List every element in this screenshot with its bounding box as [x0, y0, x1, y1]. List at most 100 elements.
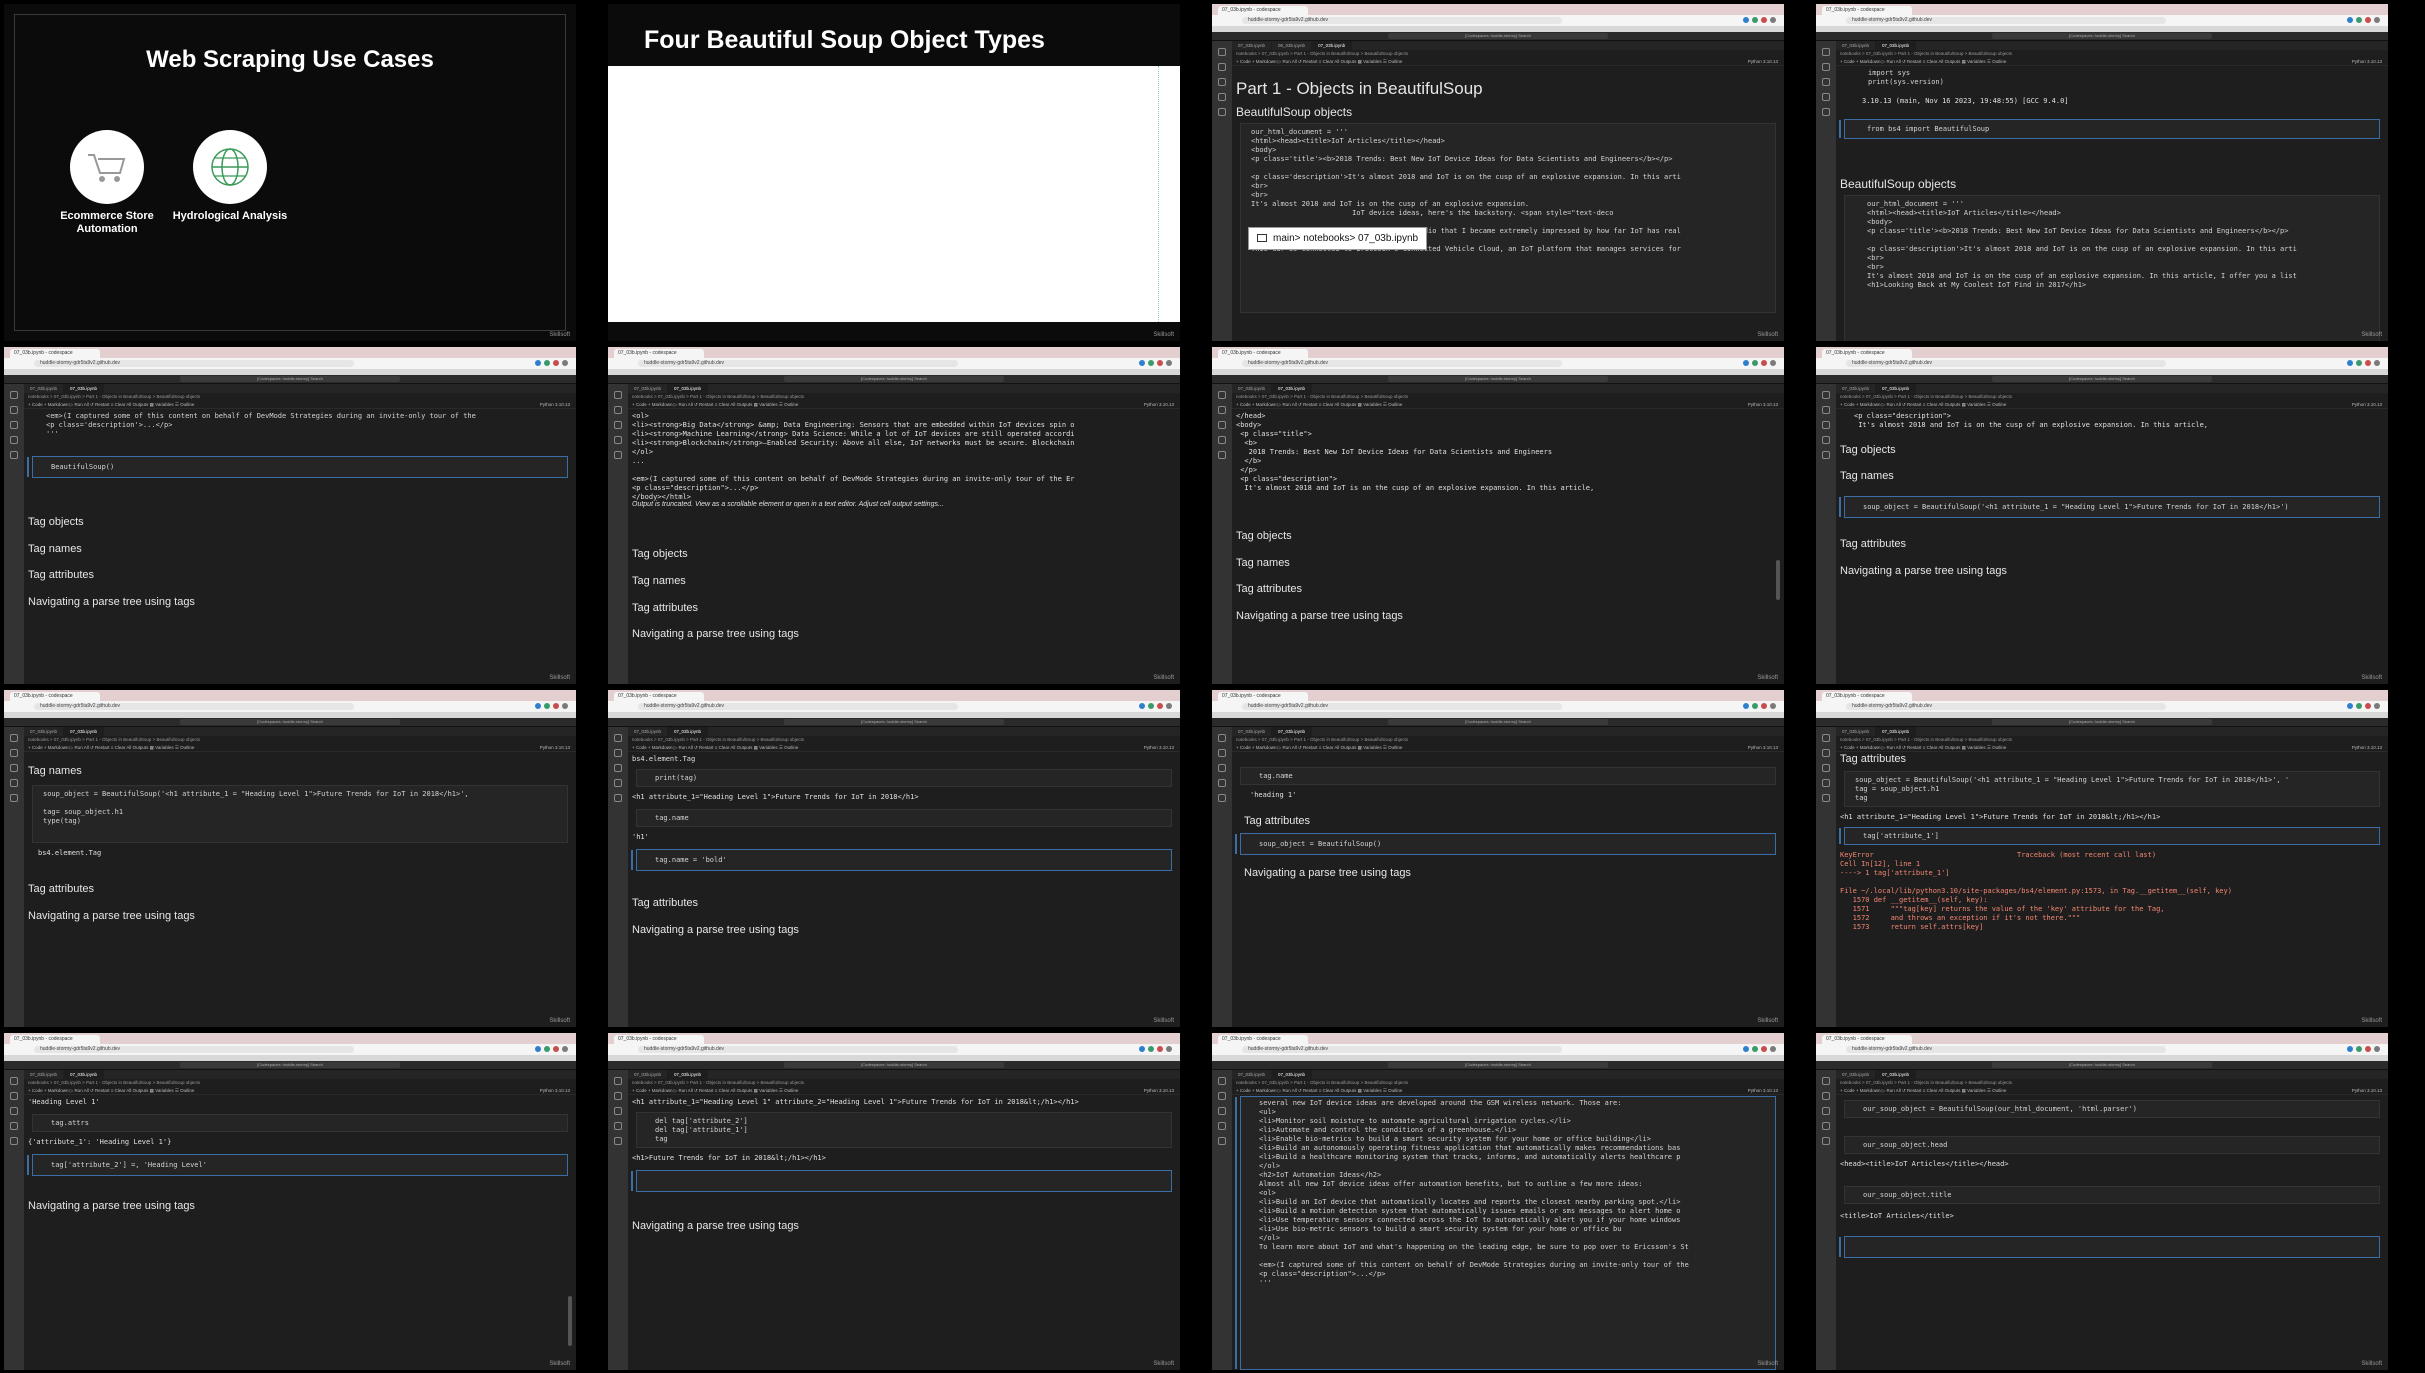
editor-tab[interactable]: 07_03b.ipynb [24, 727, 65, 736]
editor-tab-active[interactable]: 07_03b.ipynb [1876, 41, 1917, 50]
browser-tab[interactable]: 07_03b.ipynb - codespace [10, 1035, 100, 1044]
code-text[interactable]: our_soup_object = BeautifulSoup(our_html… [1863, 1105, 2137, 1114]
editor-tab-active[interactable]: 07_03b.ipynb [64, 1070, 105, 1079]
code-text[interactable]: soup_object = BeautifulSoup('<h1 attribu… [1855, 776, 2289, 803]
notebook-toolbar[interactable]: + Code + Markdown ▷ Run All ↺ Restart ≡ … [1232, 57, 1784, 66]
editor-tab[interactable]: 07_03b.ipynb [1836, 41, 1877, 50]
code-cell[interactable]: soup_object = BeautifulSoup('<h1 attribu… [1844, 771, 2380, 807]
notebook-toolbar[interactable]: + Code + Markdown ▷ Run All ↺ Restart ≡ … [1232, 743, 1784, 752]
scrollbar[interactable] [568, 1296, 572, 1346]
url-bar[interactable]: huddle-stormy-gdr5ta9v2.github.dev [1846, 360, 2166, 367]
code-text[interactable]: tag.name [1259, 772, 1293, 781]
truncation-notice[interactable]: Output is truncated. View as a scrollabl… [632, 500, 944, 509]
command-center[interactable]: [Codespaces: huddle-stormy] Search [180, 719, 400, 725]
tile-soup-object-cell[interactable]: 07_03b.ipynb - codespace huddle-stormy-g… [1816, 347, 2388, 684]
breadcrumb[interactable]: notebooks > 07_03b.ipynb > Part 1 - Obje… [24, 736, 576, 743]
editor-tab-active[interactable]: 07_03b.ipynb [1876, 384, 1917, 393]
editor-tab-active[interactable]: 07_03b.ipynb [1312, 41, 1353, 50]
code-text[interactable]: our_html_document = ''' <html><head><tit… [1867, 200, 2297, 290]
breadcrumb[interactable]: notebooks > 07_03b.ipynb > Part 1 - Obje… [1232, 736, 1784, 743]
code-cell-active[interactable]: BeautifulSoup() [27, 456, 568, 478]
code-cell-active[interactable]: soup_object = BeautifulSoup('<h1 attribu… [1839, 496, 2380, 518]
browser-tab[interactable]: 07_03b.ipynb - codespace [1218, 6, 1308, 15]
breadcrumb[interactable]: notebooks > 07_03b.ipynb > Part 1 - Obje… [1836, 393, 2388, 400]
url-bar[interactable]: huddle-stormy-gdr5ta9v2.github.dev [1242, 703, 1562, 710]
kernel-picker[interactable]: Python 3.10.13 [1144, 400, 1174, 409]
code-text[interactable]: del tag['attribute_2'] del tag['attribut… [655, 1117, 748, 1144]
code-text[interactable]: soup_object = BeautifulSoup('<h1 attribu… [43, 790, 469, 826]
tile-del-attrs[interactable]: 07_03b.ipynb - codespace huddle-stormy-g… [608, 1033, 1180, 1370]
tile-tag-name-set[interactable]: 07_03b.ipynb - codespace huddle-stormy-g… [608, 690, 1180, 1027]
command-center[interactable]: [Codespaces: huddle-stormy] Search [1992, 1062, 2212, 1068]
editor-tab[interactable]: 07_03b.ipynb [628, 1070, 669, 1079]
breadcrumb[interactable]: notebooks > 07_03b.ipynb > Part 1 - Obje… [628, 393, 1180, 400]
tile-use-cases-slide[interactable]: Web Scraping Use Cases Ecommerce Store A… [4, 4, 576, 341]
code-cell[interactable]: del tag['attribute_2'] del tag['attribut… [636, 1112, 1172, 1148]
code-cell[interactable]: our_soup_object.head [1844, 1136, 2380, 1154]
code-text[interactable]: BeautifulSoup() [51, 463, 114, 472]
browser-tab[interactable]: 07_03b.ipynb - codespace [614, 692, 704, 701]
tile-object-types-slide[interactable]: Four Beautiful Soup Object Types Skillso… [608, 4, 1180, 341]
breadcrumb[interactable]: notebooks > 07_03b.ipynb > Part 1 - Obje… [1836, 50, 2388, 57]
code-text[interactable]: several new IoT device ideas are develop… [1259, 1099, 1689, 1288]
command-center[interactable]: [Codespaces: huddle-stormy] Search [1992, 719, 2212, 725]
notebook-toolbar[interactable]: + Code + Markdown ▷ Run All ↺ Restart ≡ … [1836, 743, 2388, 752]
url-bar[interactable]: huddle-stormy-gdr5ta9v2.github.dev [1242, 17, 1562, 24]
code-cell[interactable]: soup_object = BeautifulSoup('<h1 attribu… [32, 785, 568, 843]
code-cell-active[interactable]: from bs4 import BeautifulSoup [1839, 119, 2380, 139]
breadcrumb[interactable]: notebooks > 07_03b.ipynb > Part 1 - Obje… [628, 1079, 1180, 1086]
editor-tab-active[interactable]: 07_03b.ipynb [1272, 1070, 1313, 1079]
kernel-picker[interactable]: Python 3.10.13 [2352, 400, 2382, 409]
code-text[interactable]: <em>(I captured some of this content on … [46, 412, 476, 439]
breadcrumb[interactable]: notebooks > 07_03b.ipynb > Part 1 - Obje… [628, 736, 1180, 743]
tile-part1-notebook[interactable]: 07_03b.ipynb - codespace huddle-stormy-g… [1212, 4, 1784, 341]
editor-tab-active[interactable]: 07_03b.ipynb [1272, 727, 1313, 736]
kernel-picker[interactable]: Python 3.10.13 [540, 400, 570, 409]
code-text[interactable]: print(tag) [655, 774, 697, 783]
editor-tab-active[interactable]: 07_03b.ipynb [668, 1070, 709, 1079]
breadcrumb[interactable]: notebooks > 07_03b.ipynb > Part 1 - Obje… [1232, 393, 1784, 400]
url-bar[interactable]: huddle-stormy-gdr5ta9v2.github.dev [1242, 360, 1562, 367]
kernel-picker[interactable]: Python 3.10.13 [1144, 1086, 1174, 1095]
editor-tab[interactable]: 07_03b.ipynb [24, 1070, 65, 1079]
editor-tab[interactable]: 07_03b.ipynb [1836, 727, 1877, 736]
notebook-toolbar[interactable]: + Code + Markdown ▷ Run All ↺ Restart ≡ … [24, 400, 576, 409]
kernel-picker[interactable]: Python 3.10.13 [1748, 57, 1778, 66]
notebook-toolbar[interactable]: + Code + Markdown ▷ Run All ↺ Restart ≡ … [628, 1086, 1180, 1095]
code-text[interactable]: tag['attribute_1'] [1863, 832, 1939, 841]
editor-tab[interactable]: 07_03b.ipynb [1232, 727, 1273, 736]
command-center[interactable]: [Codespaces: huddle-stormy] Search [1388, 33, 1608, 39]
editor-tab[interactable]: 07_03b.ipynb [1232, 41, 1273, 50]
editor-tab-active[interactable]: 07_03b.ipynb [64, 384, 105, 393]
editor-tab-active[interactable]: 07_03b.ipynb [64, 727, 105, 736]
code-cell-active[interactable]: several new IoT device ideas are develop… [1235, 1096, 1776, 1370]
command-center[interactable]: [Codespaces: huddle-stormy] Search [180, 1062, 400, 1068]
kernel-picker[interactable]: Python 3.10.13 [2352, 743, 2382, 752]
kernel-picker[interactable]: Python 3.10.13 [540, 1086, 570, 1095]
tile-soup-head-title[interactable]: 07_03b.ipynb - codespace huddle-stormy-g… [1816, 1033, 2388, 1370]
code-cell-active[interactable] [631, 1170, 1172, 1192]
tile-truncated-output[interactable]: 07_03b.ipynb - codespace huddle-stormy-g… [608, 347, 1180, 684]
notebook-toolbar[interactable]: + Code + Markdown ▷ Run All ↺ Restart ≡ … [1836, 1086, 2388, 1095]
code-cell[interactable]: tag.name [1240, 767, 1776, 785]
code-cell[interactable]: our_html_document = ''' <html><head><tit… [1844, 195, 2380, 341]
browser-tab[interactable]: 07_03b.ipynb - codespace [1822, 1035, 1912, 1044]
command-center[interactable]: [Codespaces: huddle-stormy] Search [784, 719, 1004, 725]
url-bar[interactable]: huddle-stormy-gdr5ta9v2.github.dev [34, 703, 354, 710]
kernel-picker[interactable]: Python 3.10.13 [540, 743, 570, 752]
tile-iot-ideas[interactable]: 07_03b.ipynb - codespace huddle-stormy-g… [1212, 1033, 1784, 1370]
url-bar[interactable]: huddle-stormy-gdr5ta9v2.github.dev [1846, 703, 2166, 710]
command-center[interactable]: [Codespaces: huddle-stormy] Search [1388, 719, 1608, 725]
code-text[interactable]: import sys print(sys.version) [1868, 69, 1944, 87]
notebook-toolbar[interactable]: + Code + Markdown ▷ Run All ↺ Restart ≡ … [1836, 400, 2388, 409]
code-cell-active[interactable]: tag.name = 'bold' [631, 849, 1172, 871]
breadcrumb[interactable]: notebooks > 07_03b.ipynb > Part 1 - Obje… [24, 393, 576, 400]
command-center[interactable]: [Codespaces: huddle-stormy] Search [1388, 376, 1608, 382]
editor-tab-active[interactable]: 07_03b.ipynb [1876, 727, 1917, 736]
code-cell[interactable]: our_soup_object.title [1844, 1186, 2380, 1204]
browser-tab[interactable]: 07_03b.ipynb - codespace [1822, 692, 1912, 701]
url-bar[interactable]: huddle-stormy-gdr5ta9v2.github.dev [1846, 1046, 2166, 1053]
code-text[interactable]: soup_object = BeautifulSoup('<h1 attribu… [1863, 503, 2289, 512]
command-center[interactable]: [Codespaces: huddle-stormy] Search [180, 376, 400, 382]
code-text[interactable]: soup_object = BeautifulSoup() [1259, 840, 1381, 849]
